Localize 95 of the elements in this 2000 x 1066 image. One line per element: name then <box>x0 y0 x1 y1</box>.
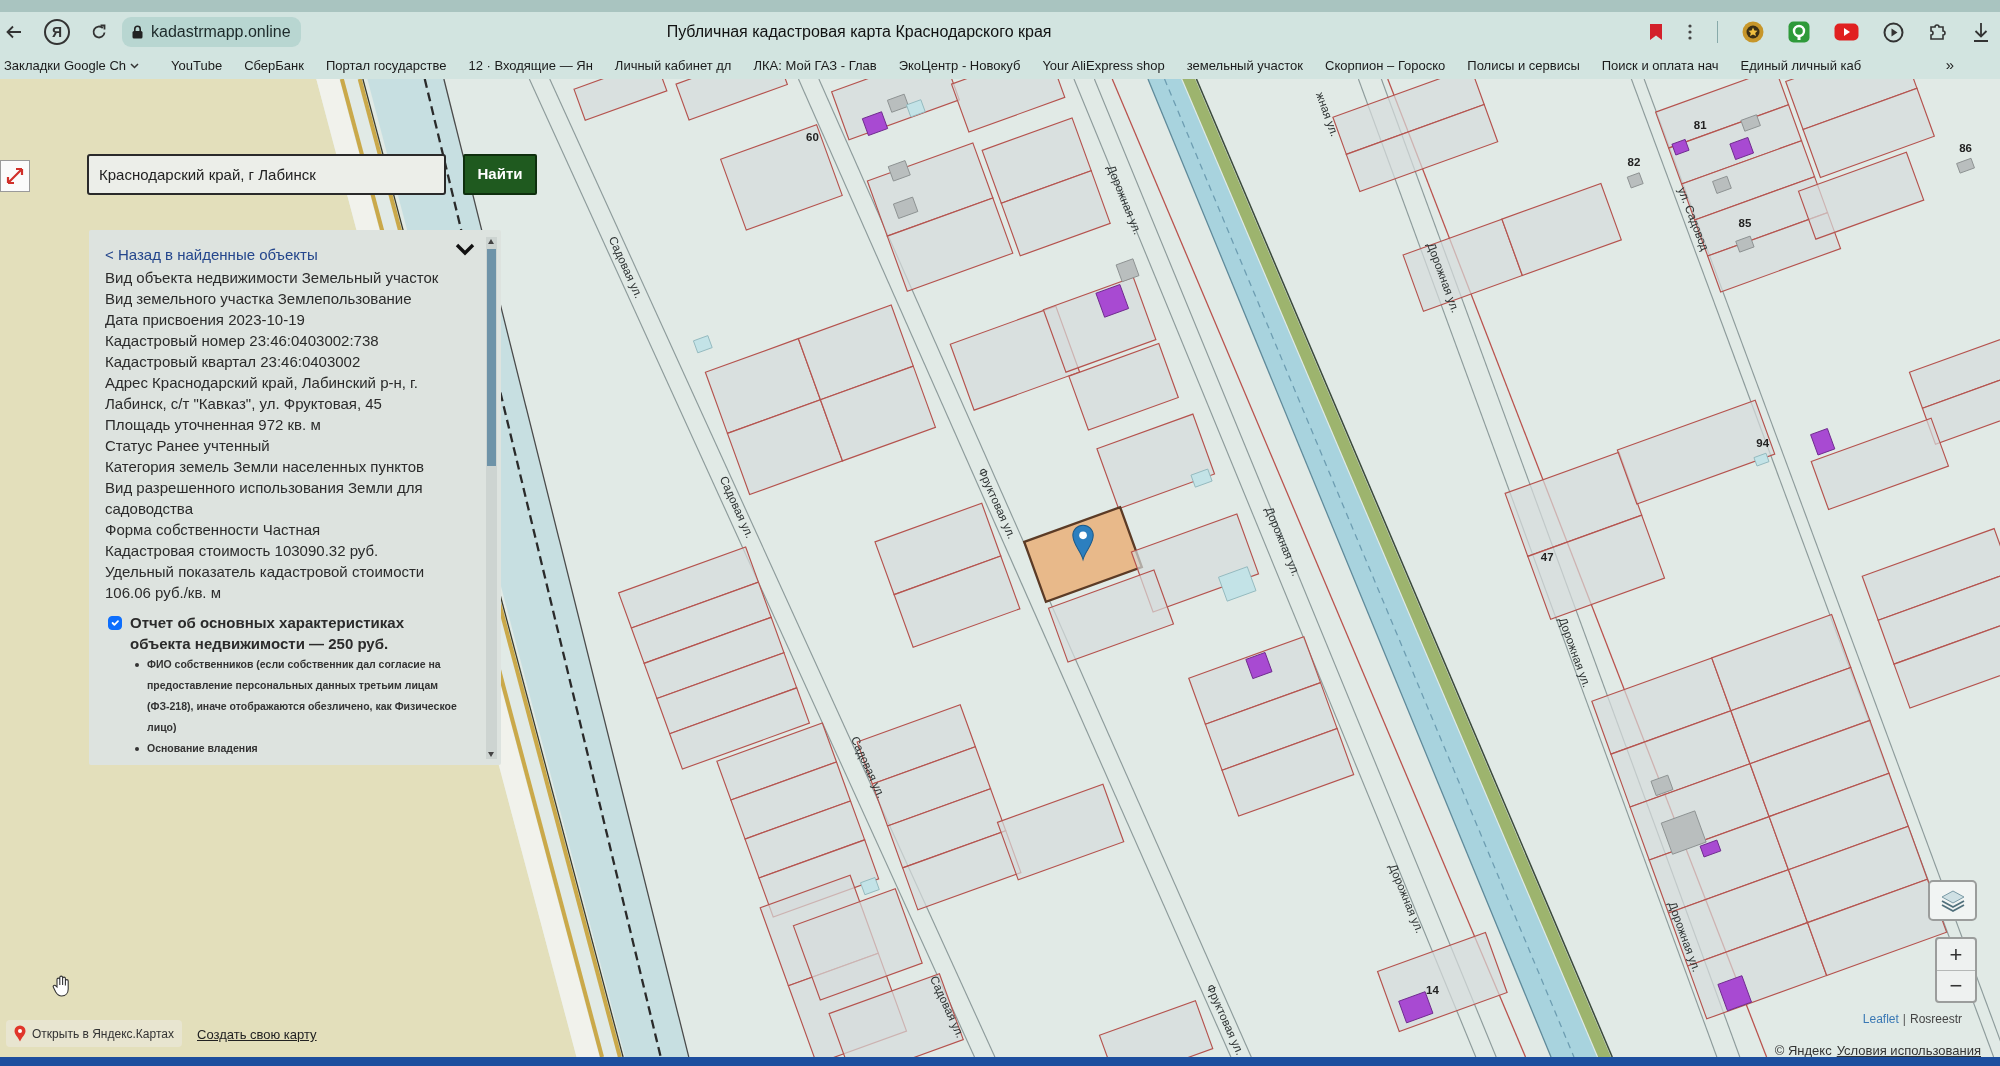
house-number: 86 <box>1959 142 1972 155</box>
zoom-out-button[interactable]: − <box>1937 970 1975 1001</box>
building-icon <box>860 877 880 896</box>
create-map-link[interactable]: Создать свою карту <box>197 1025 317 1045</box>
house-number: 60 <box>806 130 819 143</box>
map-pin-icon <box>1072 524 1094 561</box>
bookmark-link[interactable]: Полисы и сервисы <box>1467 57 1580 74</box>
back-link[interactable]: < Назад в найденные объекты <box>105 244 318 265</box>
leaflet-link[interactable]: Leaflet <box>1862 1010 1899 1028</box>
property-line: Кадастровый квартал 23:46:0403002 <box>105 352 362 372</box>
bookmark-link[interactable]: ЛКА: Мой ГАЗ - Глав <box>753 57 877 74</box>
property-line: Категория земель Земли населенных пунктов <box>105 457 425 477</box>
building-icon <box>886 93 909 113</box>
property-line: Вид земельного участка Землепользование <box>105 289 413 309</box>
bookmark-link[interactable]: Портал государстве <box>325 57 447 74</box>
star-badge-icon[interactable] <box>1742 21 1764 43</box>
reload-icon[interactable] <box>90 23 108 41</box>
report-item: ФИО собственников (если собственник дал согласие на предоставление персональных данных третьим лицам (ФЗ-218), иначе отображаются обезличено, как Физическое лицо) <box>147 657 458 735</box>
building-icon <box>693 335 713 354</box>
logo-button[interactable]: Я <box>44 19 70 45</box>
fullscreen-button[interactable] <box>0 160 30 192</box>
building-icon <box>1650 774 1674 797</box>
address-field[interactable]: kadastrmapp.online <box>122 17 301 47</box>
zoom-in-button[interactable]: + <box>1937 939 1975 970</box>
back-arrow-icon[interactable] <box>6 25 22 39</box>
play-circle-icon[interactable] <box>1883 21 1904 43</box>
building-icon <box>1810 428 1836 456</box>
search-field[interactable]: Краснодарский край, г Лабинск <box>87 154 446 195</box>
property-line: Вид объекта недвижимости Земельный участок <box>105 268 440 288</box>
expand-arrows-icon <box>5 166 25 186</box>
house-number: 94 <box>1756 436 1770 449</box>
lock-icon <box>132 25 143 39</box>
copyright-text: © Яндекс <box>1774 1042 1832 1057</box>
house-number: 81 <box>1693 119 1707 132</box>
bookmark-link[interactable]: СберБанк <box>244 57 304 74</box>
bookmark-link[interactable]: Поиск и оплата нач <box>1601 57 1719 74</box>
bullet-icon <box>135 747 139 751</box>
ring-tile-icon[interactable] <box>1788 21 1810 43</box>
bookmark-link[interactable]: земельный участок <box>1186 57 1304 74</box>
building-icon <box>1735 235 1755 253</box>
bookmarks-folder[interactable]: Закладки Google Ch <box>4 57 140 74</box>
menu-icon[interactable] <box>1687 23 1693 41</box>
property-line: Дата присвоения 2023-10-19 <box>105 310 306 330</box>
property-line: Форма собственности Частная <box>105 520 322 540</box>
caret-icon <box>130 62 140 69</box>
layers-button[interactable] <box>1928 880 1977 921</box>
location-pin-icon <box>14 1025 26 1042</box>
property-line: Кадастровый номер 23:46:0403002:738 <box>105 331 380 351</box>
search-button[interactable]: Найти <box>463 154 537 195</box>
open-in-maps-button[interactable]: Открыть в Яндекс.Картах <box>6 1020 182 1047</box>
download-icon[interactable] <box>1972 22 1990 42</box>
property-line: Удельный показатель кадастровой стоимости 106.06 руб./кв. м <box>105 562 426 603</box>
building-icon <box>1626 172 1644 189</box>
puzzle-icon[interactable] <box>1928 22 1948 42</box>
report-title: Отчет об основных характеристиках объекта недвижимости — 250 руб. <box>130 613 405 654</box>
bookmark-link[interactable]: 12 · Входящие — Ян <box>468 57 593 74</box>
bookmark-link[interactable]: YouTube <box>171 57 223 74</box>
building-icon <box>1717 975 1752 1012</box>
bookmark-link[interactable]: ЭкоЦентр - Новокуб <box>898 57 1021 74</box>
bookmark-icon[interactable] <box>1649 23 1663 41</box>
bookmark-link[interactable]: Скорпион – Гороско <box>1325 57 1446 74</box>
property-line: Площадь уточненная 972 кв. м <box>105 415 322 435</box>
property-line: Вид разрешенного использования Земли для садоводства <box>105 478 424 519</box>
house-number: 47 <box>1540 551 1554 564</box>
bookmark-link[interactable]: Личный кабинет дл <box>614 57 732 74</box>
building-icon <box>1671 139 1690 156</box>
report-item: Основание владения <box>147 741 258 756</box>
more-bookmarks-button[interactable]: » <box>1945 54 1954 77</box>
house-number: 82 <box>1627 156 1641 169</box>
scrollbar[interactable] <box>486 237 497 759</box>
hand-cursor-icon <box>52 975 71 997</box>
house-number: 14 <box>1426 983 1439 996</box>
building-icon <box>1190 468 1213 488</box>
street-label: жная ул. <box>1313 90 1342 139</box>
bookmark-link[interactable]: Your AliExpress shop <box>1042 57 1165 74</box>
building-icon <box>1956 157 1975 174</box>
building-icon <box>1729 137 1754 160</box>
play-tile-icon[interactable] <box>1834 23 1859 41</box>
attribution-separator: | <box>1902 1011 1906 1028</box>
house-number: 85 <box>1738 217 1752 230</box>
property-line: Статус Ранее учтенный <box>105 436 271 456</box>
chevron-down-icon[interactable] <box>455 243 475 256</box>
page-title: Публичная кадастровая карта Краснодарского края <box>666 22 1052 42</box>
property-line: Кадастровая стоимость 103090.32 руб. <box>105 541 380 561</box>
building-icon <box>906 99 926 118</box>
bullet-icon <box>135 663 139 667</box>
building-icon <box>1712 175 1732 194</box>
terms-link[interactable]: Условия использования <box>1836 1041 1981 1057</box>
bookmark-link[interactable]: Единый личный каб <box>1740 57 1862 74</box>
building-icon <box>1753 452 1770 467</box>
building-icon <box>1740 114 1761 132</box>
building-icon <box>887 160 911 182</box>
attribution-text: Rosreestr <box>1910 1011 1962 1028</box>
report-checkbox[interactable] <box>108 616 122 630</box>
property-line: Адрес Краснодарский край, Лабинский р-н, г. Лабинск, с/т "Кавказ", ул. Фруктовая, 45 <box>105 373 419 414</box>
